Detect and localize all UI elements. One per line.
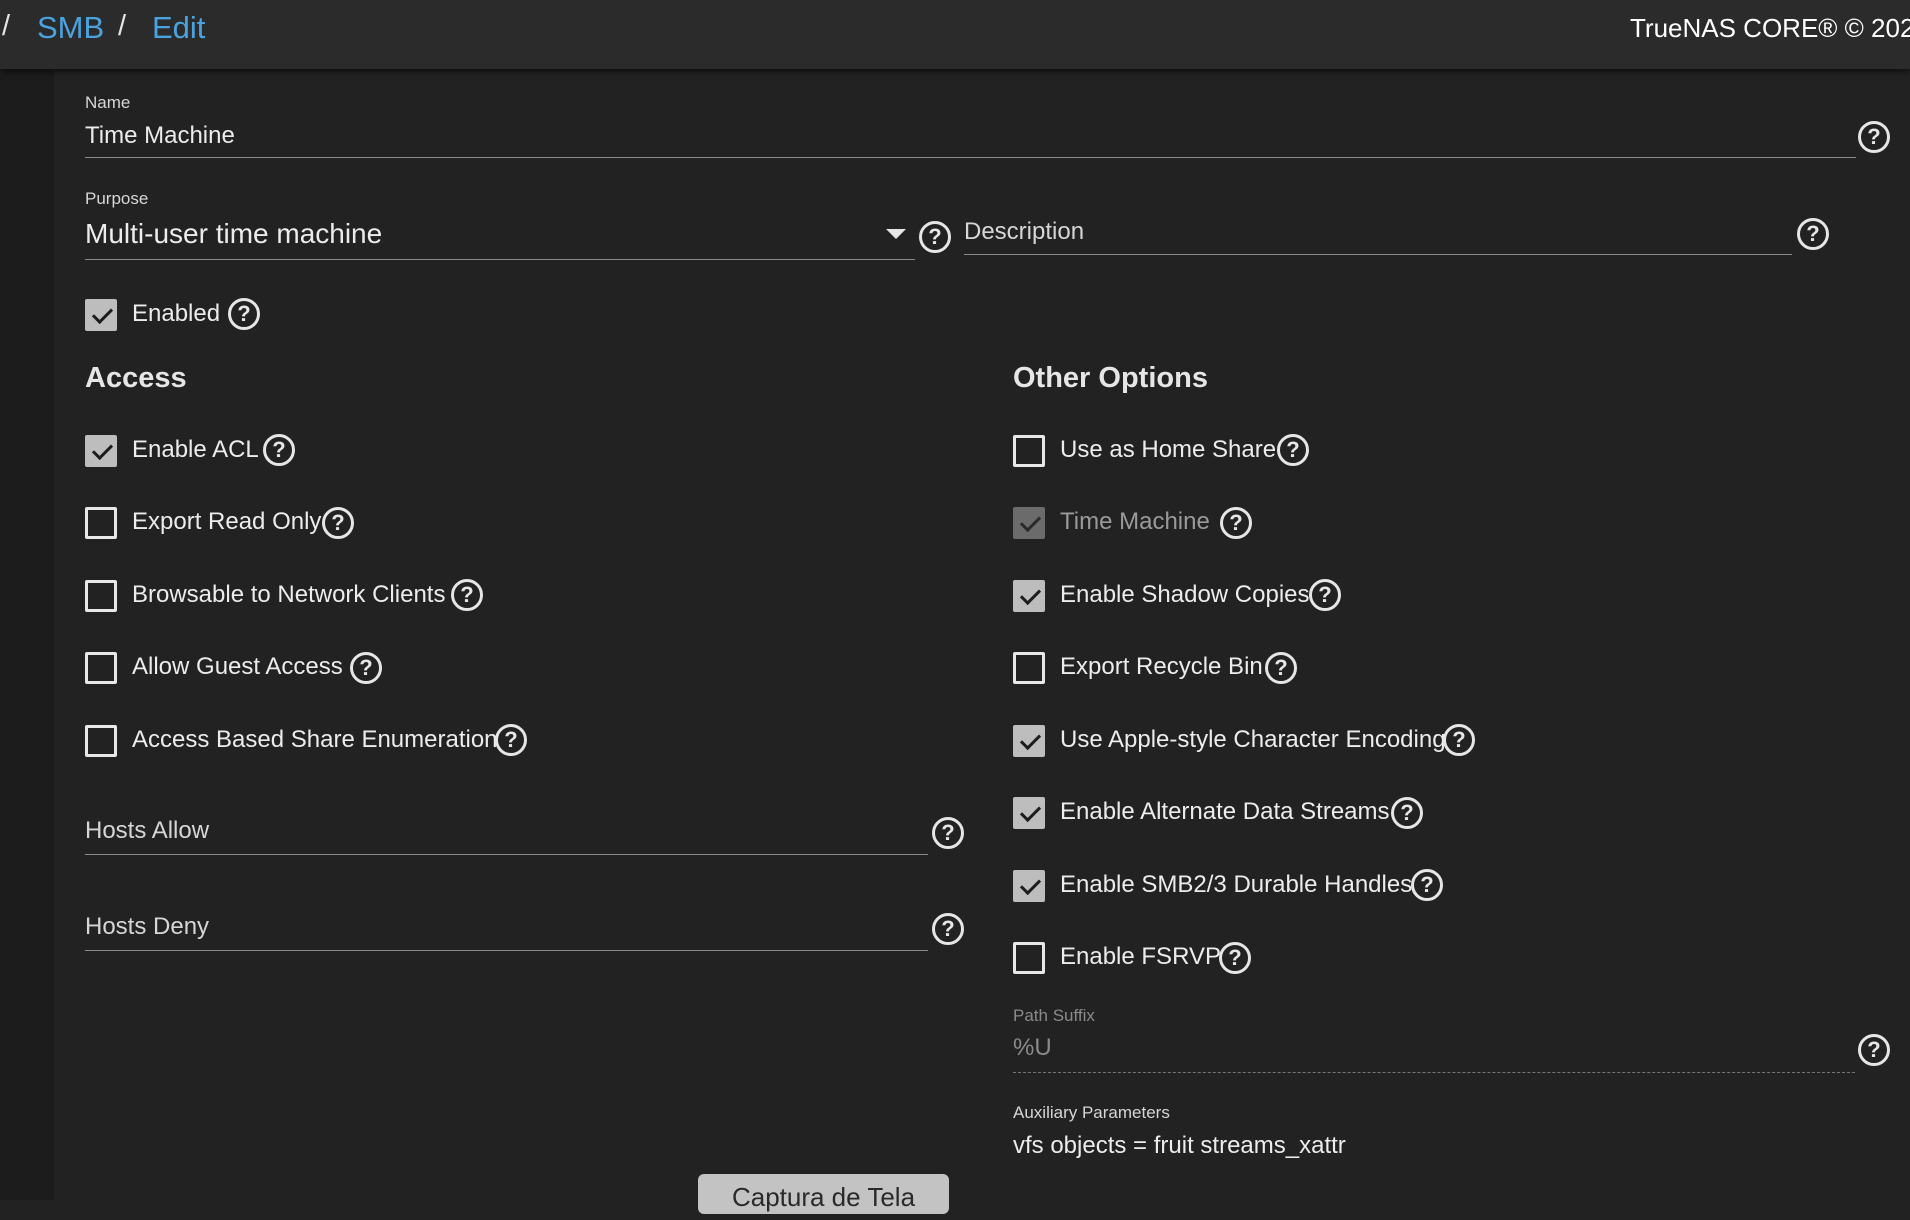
name-help-icon[interactable]: ? (1858, 121, 1890, 153)
allow-guest-help-icon[interactable]: ? (350, 652, 382, 684)
browsable-label: Browsable to Network Clients (132, 581, 446, 608)
description-help-icon[interactable]: ? (1797, 218, 1829, 250)
alternate-streams-label: Enable Alternate Data Streams (1060, 798, 1390, 825)
check-icon (1019, 873, 1042, 896)
path-suffix-input: %U (1013, 1034, 1052, 1061)
check-icon (91, 438, 114, 461)
recycle-bin-help-icon[interactable]: ? (1265, 652, 1297, 684)
breadcrumb-smb-link[interactable]: SMB (37, 10, 104, 46)
fsrvp-checkbox[interactable] (1013, 942, 1045, 974)
export-read-only-label: Export Read Only (132, 508, 322, 535)
durable-handles-checkbox[interactable] (1013, 870, 1045, 902)
breadcrumb-separator: / (118, 10, 127, 42)
screenshot-button[interactable]: Captura de Tela (698, 1174, 949, 1214)
durable-handles-label: Enable SMB2/3 Durable Handles (1060, 871, 1413, 898)
shadow-copies-label: Enable Shadow Copies (1060, 581, 1310, 608)
chevron-down-icon[interactable] (886, 229, 906, 239)
check-icon (1019, 728, 1042, 751)
hosts-allow-input[interactable]: Hosts Allow (85, 817, 209, 845)
sidebar-edge (0, 69, 54, 1200)
hosts-deny-underline (85, 950, 928, 951)
enable-acl-help-icon[interactable]: ? (263, 434, 295, 466)
recycle-bin-checkbox[interactable] (1013, 652, 1045, 684)
breadcrumb-root-separator: / (2, 10, 11, 42)
enabled-checkbox[interactable] (85, 299, 117, 331)
hosts-allow-underline (85, 854, 928, 855)
shadow-copies-help-icon[interactable]: ? (1309, 579, 1341, 611)
purpose-label: Purpose (85, 189, 149, 208)
fsrvp-label: Enable FSRVP (1060, 943, 1221, 970)
check-icon (1019, 583, 1042, 606)
time-machine-help-icon[interactable]: ? (1220, 507, 1252, 539)
hosts-deny-input[interactable]: Hosts Deny (85, 913, 209, 941)
description-underline (964, 254, 1792, 255)
path-suffix-label: Path Suffix (1013, 1006, 1095, 1025)
browsable-checkbox[interactable] (85, 580, 117, 612)
durable-handles-help-icon[interactable]: ? (1411, 869, 1443, 901)
time-machine-checkbox[interactable] (1013, 507, 1045, 539)
apple-encoding-checkbox[interactable] (1013, 725, 1045, 757)
aux-params-label: Auxiliary Parameters (1013, 1103, 1170, 1122)
allow-guest-checkbox[interactable] (85, 652, 117, 684)
allow-guest-label: Allow Guest Access (132, 653, 343, 680)
name-label: Name (85, 93, 131, 112)
export-read-only-checkbox[interactable] (85, 507, 117, 539)
check-icon (1019, 510, 1042, 533)
path-suffix-help-icon[interactable]: ? (1858, 1034, 1890, 1066)
purpose-select[interactable]: Multi-user time machine (85, 218, 382, 250)
home-share-label: Use as Home Share (1060, 436, 1277, 463)
purpose-help-icon[interactable]: ? (919, 221, 951, 253)
other-options-section-title: Other Options (1013, 362, 1208, 394)
copyright-text: TrueNAS CORE® © 202 (1630, 13, 1910, 43)
browsable-help-icon[interactable]: ? (451, 579, 483, 611)
enabled-help-icon[interactable]: ? (228, 298, 260, 330)
alternate-streams-checkbox[interactable] (1013, 797, 1045, 829)
check-icon (91, 302, 114, 325)
abse-checkbox[interactable] (85, 725, 117, 757)
home-share-help-icon[interactable]: ? (1277, 434, 1309, 466)
top-bar: / SMB / Edit TrueNAS CORE® © 202 (0, 0, 1910, 69)
purpose-underline (85, 259, 915, 260)
apple-encoding-label: Use Apple-style Character Encoding (1060, 726, 1446, 753)
abse-help-icon[interactable]: ? (495, 724, 527, 756)
alternate-streams-help-icon[interactable]: ? (1391, 797, 1423, 829)
aux-params-textarea[interactable]: vfs objects = fruit streams_xattr (1013, 1132, 1346, 1160)
home-share-checkbox[interactable] (1013, 435, 1045, 467)
recycle-bin-label: Export Recycle Bin (1060, 653, 1263, 680)
name-input[interactable]: Time Machine (85, 122, 235, 150)
check-icon (1019, 800, 1042, 823)
export-read-only-help-icon[interactable]: ? (322, 507, 354, 539)
hosts-deny-help-icon[interactable]: ? (932, 913, 964, 945)
apple-encoding-help-icon[interactable]: ? (1443, 724, 1475, 756)
enabled-label: Enabled (132, 300, 221, 327)
path-suffix-underline (1013, 1072, 1855, 1073)
shadow-copies-checkbox[interactable] (1013, 580, 1045, 612)
breadcrumb-edit: Edit (152, 10, 206, 45)
fsrvp-help-icon[interactable]: ? (1219, 942, 1251, 974)
abse-label: Access Based Share Enumeration (132, 726, 498, 753)
access-section-title: Access (85, 362, 187, 394)
time-machine-label: Time Machine (1060, 508, 1210, 535)
enable-acl-checkbox[interactable] (85, 435, 117, 467)
enable-acl-label: Enable ACL (132, 436, 259, 463)
hosts-allow-help-icon[interactable]: ? (932, 817, 964, 849)
description-input[interactable]: Description (964, 218, 1084, 246)
name-underline (85, 157, 1856, 158)
